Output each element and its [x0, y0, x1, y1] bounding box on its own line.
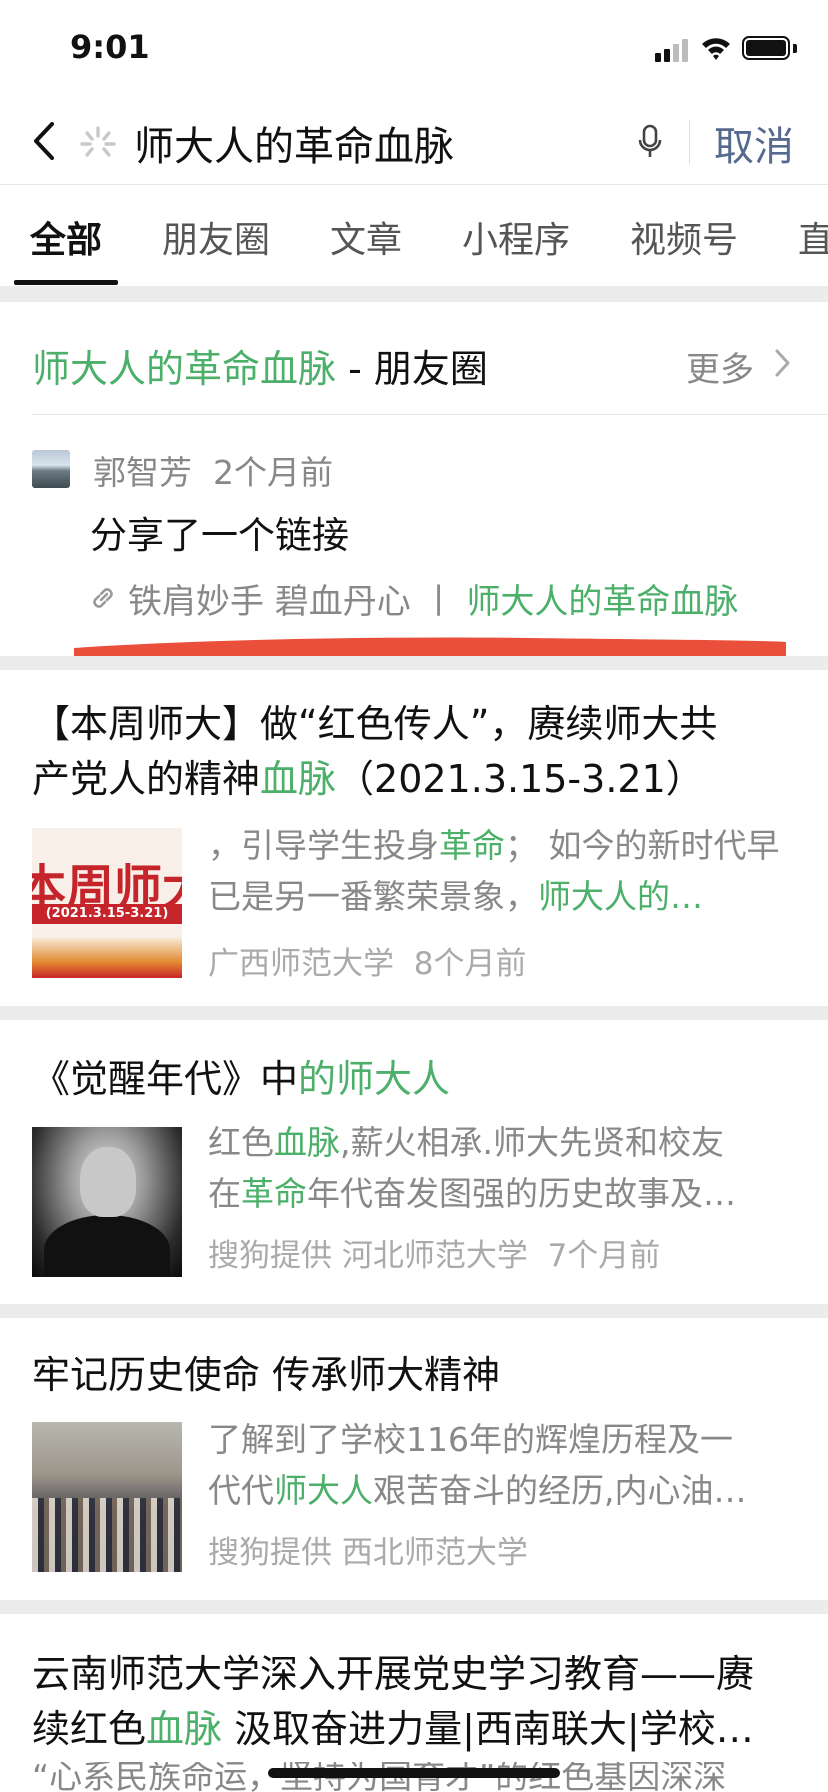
avatar[interactable]: [32, 450, 70, 488]
section-gap: [0, 656, 828, 670]
source-name: 西北师范大学: [341, 1535, 528, 1571]
snippet-line: 红色血脉,薪火相承.师大先贤和校友: [208, 1117, 798, 1168]
result-title-text: 《觉醒年代》中: [32, 1057, 299, 1101]
source-name: 广西师范大学: [208, 946, 394, 982]
shared-link-prefix: 铁肩妙手 碧血丹心: [128, 582, 411, 622]
battery-icon: [742, 36, 790, 60]
cancel-button[interactable]: 取消: [714, 114, 794, 172]
shared-link-separator: 丨: [421, 582, 456, 622]
result-snippet: 了解到了学校116年的辉煌历程及一 代代师大人艰苦奋斗的经历,内心油…: [208, 1414, 798, 1516]
loading-spinner-icon: [80, 126, 116, 157]
snippet-line: ，引导学生投身革命； 如今的新时代早已是另一番繁荣景象，师大人的…: [208, 820, 798, 922]
section-gap: [0, 1006, 828, 1020]
back-arrow-icon[interactable]: [28, 118, 60, 164]
snippet-text: 代代: [208, 1471, 274, 1510]
result-thumbnail[interactable]: [32, 1127, 182, 1277]
moment-text: 分享了一个链接: [90, 514, 349, 557]
snippet-text: 年代奋发图强的历史故事及…: [307, 1174, 736, 1213]
section-gap: [0, 1600, 828, 1614]
home-indicator[interactable]: [268, 1768, 560, 1778]
source-name: 河北师范大学: [341, 1238, 528, 1274]
filter-tabs: 全部 朋友圈 文章 小程序 视频号 直: [0, 185, 828, 285]
result-title-highlight: 的师大人: [298, 1057, 451, 1101]
source-time: 8个月前: [413, 946, 527, 982]
snippet-text: 红色: [208, 1123, 274, 1162]
search-bar: 师大人的革命血脉 取消: [0, 100, 828, 184]
thumbnail-decoration: [32, 938, 182, 978]
moment-time: 2个月前: [212, 453, 333, 492]
tab-live[interactable]: 直: [798, 211, 828, 263]
cellular-signal-icon: [655, 38, 691, 62]
section-gap: [0, 1304, 828, 1318]
chevron-right-icon[interactable]: [772, 346, 792, 380]
result-title-text: 汲取奋进力量|西南联大|学校…: [222, 1707, 754, 1751]
tab-channels[interactable]: 视频号: [630, 211, 738, 263]
snippet-highlight: 血脉: [274, 1123, 340, 1162]
battery-cap: [793, 44, 797, 53]
shared-link[interactable]: 铁肩妙手 碧血丹心 丨 师大人的革命血脉: [128, 574, 738, 623]
section-gap: [0, 286, 828, 302]
moments-section-title: 师大人的革命血脉 - 朋友圈: [32, 338, 488, 393]
snippet-highlight: 革命: [439, 826, 505, 865]
active-tab-indicator: [14, 280, 118, 285]
status-time: 9:01: [70, 28, 150, 66]
result-title-line: 云南师范大学深入开展党史学习教育——赓: [32, 1652, 755, 1696]
tab-all[interactable]: 全部: [30, 211, 102, 263]
snippet-highlight: 师大人: [274, 1471, 373, 1510]
snippet-text: ，引导学生投身: [208, 826, 439, 865]
link-icon: [93, 588, 113, 608]
result-title[interactable]: 牢记历史使命 传承师大精神: [32, 1348, 802, 1403]
snippet-highlight: 革命: [241, 1174, 307, 1213]
result-snippet: 红色血脉,薪火相承.师大先贤和校友 在革命年代奋发图强的历史故事及…: [208, 1117, 798, 1219]
shared-link-highlight: 师大人的革命血脉: [466, 582, 739, 622]
wifi-icon: [702, 38, 730, 60]
moment-meta: 郭智芳 2个月前: [93, 446, 333, 494]
result-snippet: ，引导学生投身革命； 如今的新时代早已是另一番繁荣景象，师大人的…: [208, 820, 798, 922]
snippet-highlight: 师大人的…: [538, 877, 703, 916]
result-thumbnail[interactable]: 本周师大 (2021.3.15-3.21): [32, 828, 182, 978]
group-photo-crowd: [32, 1498, 182, 1572]
moment-author[interactable]: 郭智芳: [93, 453, 192, 492]
portrait-face: [80, 1147, 136, 1217]
moments-title-rest: - 朋友圈: [336, 347, 488, 391]
search-input[interactable]: 师大人的革命血脉: [134, 114, 454, 172]
thumbnail-date-band: (2021.3.15-3.21): [32, 904, 182, 924]
tab-moments[interactable]: 朋友圈: [162, 211, 270, 263]
result-source: 搜狗提供 西北师范大学: [208, 1527, 528, 1572]
result-title-text: 产党人的精神: [32, 757, 261, 801]
source-provider: 搜狗提供: [208, 1238, 332, 1274]
result-title-line: 产党人的精神血脉（2021.3.15-3.21）: [32, 752, 802, 807]
result-thumbnail[interactable]: [32, 1422, 182, 1572]
moments-title-highlight: 师大人的革命血脉: [32, 347, 337, 391]
result-source: 广西师范大学 8个月前: [208, 938, 526, 983]
status-bar: 9:01: [0, 0, 828, 100]
search-divider: [689, 120, 690, 164]
more-button[interactable]: 更多: [686, 342, 754, 391]
portrait-body: [44, 1215, 170, 1277]
result-title-text: 续红色: [32, 1707, 147, 1751]
snippet-text: 在: [208, 1174, 241, 1213]
tab-mini-programs[interactable]: 小程序: [462, 211, 570, 263]
result-title[interactable]: 《觉醒年代》中的师大人: [32, 1052, 802, 1107]
moments-divider: [32, 414, 828, 415]
snippet-text: ,薪火相承.师大先贤和校友: [340, 1123, 724, 1162]
result-title[interactable]: 【本周师大】做“红色传人”，赓续师大共 产党人的精神血脉（2021.3.15-3…: [32, 697, 802, 807]
source-provider: 搜狗提供: [208, 1535, 332, 1571]
tab-articles[interactable]: 文章: [330, 211, 402, 263]
result-title[interactable]: 云南师范大学深入开展党史学习教育——赓 续红色血脉 汲取奋进力量|西南联大|学校…: [32, 1647, 802, 1757]
result-title-highlight: 血脉: [260, 757, 337, 801]
snippet-line: 了解到了学校116年的辉煌历程及一: [208, 1420, 733, 1459]
snippet-text: 艰苦奋斗的经历,内心油…: [373, 1471, 747, 1510]
result-title-text: （2021.3.15-3.21）: [336, 757, 704, 801]
microphone-icon[interactable]: [636, 122, 664, 162]
result-title-line: 【本周师大】做“红色传人”，赓续师大共: [32, 702, 718, 746]
source-time: 7个月前: [547, 1238, 661, 1274]
result-title-line: 续红色血脉 汲取奋进力量|西南联大|学校…: [32, 1702, 802, 1757]
result-source: 搜狗提供 河北师范大学 7个月前: [208, 1230, 660, 1275]
snippet-line: 在革命年代奋发图强的历史故事及…: [208, 1168, 798, 1219]
result-title-highlight: 血脉: [146, 1707, 223, 1751]
snippet-line: 代代师大人艰苦奋斗的经历,内心油…: [208, 1465, 798, 1516]
